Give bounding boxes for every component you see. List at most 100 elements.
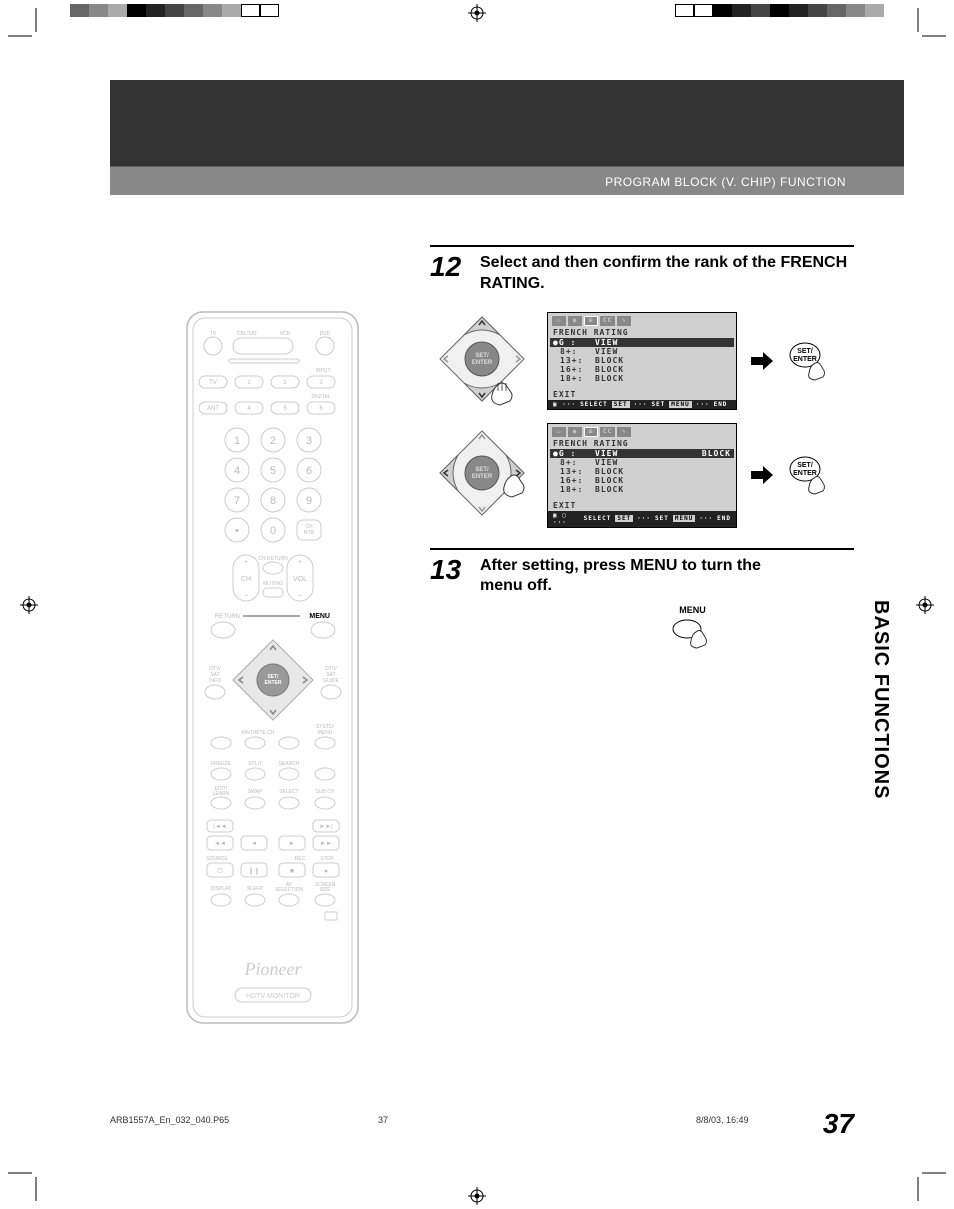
svg-text:SELECTION: SELECTION bbox=[275, 887, 304, 893]
step-text: After setting, press MENU to turn the me… bbox=[480, 556, 790, 598]
color-bar-left bbox=[70, 4, 279, 17]
step-number: 13 bbox=[430, 556, 470, 654]
osd-bottom-hints: ▣ ···SELECT SET···SET MENU···END bbox=[548, 400, 736, 409]
svg-text:GUIDE: GUIDE bbox=[323, 678, 340, 684]
svg-text:●: ● bbox=[324, 868, 328, 875]
arrow-right-icon bbox=[749, 348, 775, 374]
svg-text:+: + bbox=[298, 559, 302, 566]
svg-text:9: 9 bbox=[306, 495, 312, 507]
svg-text:MUTING: MUTING bbox=[263, 581, 283, 587]
svg-text:VOL: VOL bbox=[293, 576, 307, 583]
side-tab: BASIC FUNCTIONS bbox=[869, 600, 892, 799]
svg-text:DISPLAY: DISPLAY bbox=[211, 886, 232, 892]
svg-text:ENTER: ENTER bbox=[265, 680, 282, 686]
svg-text:|◄◄: |◄◄ bbox=[213, 824, 226, 830]
svg-text:ENTER: ENTER bbox=[472, 474, 493, 480]
svg-text:■: ■ bbox=[290, 868, 294, 875]
svg-text:MENU: MENU bbox=[309, 613, 330, 620]
set-enter-button-icon: SET/ ENTER bbox=[787, 339, 831, 383]
osd-screen-1: ▭◉⊞ CC✎ FRENCH RATING ●G :VIEW 8+:VIEW 1… bbox=[547, 312, 737, 410]
osd-row-1: SET/ ENTER ▭◉⊞ CC✎ bbox=[430, 311, 854, 411]
svg-text:TV: TV bbox=[209, 380, 217, 386]
remote-illustration: TVCBL/SATVCRDVD /DVR INPUT TV123 DIGITAL bbox=[185, 310, 360, 1025]
svg-text:STOP: STOP bbox=[320, 856, 334, 862]
svg-text:−: − bbox=[298, 593, 302, 600]
crop-mark-tl bbox=[8, 8, 44, 44]
crop-mark-tr bbox=[910, 8, 946, 44]
registration-mark-left bbox=[20, 596, 38, 614]
svg-text:►►: ►► bbox=[320, 841, 332, 847]
svg-text:−: − bbox=[244, 593, 248, 600]
footer-page: 37 bbox=[258, 1115, 526, 1125]
registration-mark-top bbox=[468, 4, 486, 22]
rule bbox=[430, 548, 854, 550]
svg-text:❙❙: ❙❙ bbox=[248, 867, 260, 875]
svg-text:•: • bbox=[235, 525, 239, 537]
svg-text:SET/: SET/ bbox=[797, 462, 813, 469]
svg-text:1: 1 bbox=[234, 435, 240, 447]
svg-text:CH RETURN: CH RETURN bbox=[258, 556, 288, 562]
svg-text:2: 2 bbox=[270, 435, 276, 447]
header-title: PROGRAM BLOCK (V. CHIP) FUNCTION bbox=[605, 175, 846, 189]
svg-text:6: 6 bbox=[306, 465, 312, 477]
svg-text:►: ► bbox=[289, 841, 295, 847]
svg-text:ENTER: ENTER bbox=[793, 470, 817, 477]
svg-text:SPLIT: SPLIT bbox=[248, 761, 262, 767]
svg-text:8: 8 bbox=[270, 495, 276, 507]
step-12: 12 Select and then confirm the rank of t… bbox=[430, 253, 854, 295]
dpad-updown-icon: SET/ ENTER bbox=[430, 311, 535, 411]
svg-text:►►|: ►►| bbox=[319, 824, 333, 830]
crop-mark-br bbox=[910, 1165, 946, 1201]
svg-text:SELECT: SELECT bbox=[279, 789, 298, 795]
svg-text:SWAP: SWAP bbox=[248, 789, 263, 795]
osd-tabs: ▭◉⊞ CC✎ bbox=[548, 313, 736, 327]
arrow-right-icon bbox=[749, 462, 775, 488]
svg-text:HDTV MONITOR: HDTV MONITOR bbox=[246, 993, 300, 1000]
svg-text:ANT: ANT bbox=[207, 406, 219, 412]
svg-text:SLEEP: SLEEP bbox=[247, 886, 264, 892]
step-text: Select and then confirm the rank of the … bbox=[480, 253, 854, 295]
svg-text:⏻: ⏻ bbox=[217, 867, 223, 875]
step-number: 12 bbox=[430, 253, 470, 295]
color-bar-right bbox=[675, 4, 884, 17]
svg-text:CBL/SAT: CBL/SAT bbox=[237, 331, 257, 337]
svg-text:ENTER: ENTER bbox=[472, 360, 493, 366]
osd-bottom-hints: ▣ ▢ ···SELECT SET···SET MENU···END bbox=[548, 511, 736, 527]
osd-tabs: ▭◉⊞ CC✎ bbox=[548, 424, 736, 438]
header-band: PROGRAM BLOCK (V. CHIP) FUNCTION bbox=[110, 80, 904, 195]
step-13: 13 After setting, press MENU to turn the… bbox=[430, 556, 854, 654]
svg-text:NTR: NTR bbox=[304, 530, 315, 536]
svg-text:INFO: INFO bbox=[209, 678, 221, 684]
osd-title: FRENCH RATING bbox=[548, 438, 736, 449]
registration-mark-right bbox=[916, 596, 934, 614]
set-enter-button-icon: SET/ ENTER bbox=[787, 453, 831, 497]
crop-mark-bl bbox=[8, 1165, 44, 1201]
footer-date: 8/8/03, 16:49 bbox=[526, 1115, 844, 1125]
svg-text:SEARCH: SEARCH bbox=[279, 761, 300, 767]
registration-mark-bottom bbox=[468, 1187, 486, 1205]
osd-row-2: SET/ ENTER ▭◉⊞ CC✎ FRENCH RATING bbox=[430, 423, 854, 528]
svg-text:0: 0 bbox=[270, 525, 276, 537]
menu-button-icon: MENU bbox=[595, 605, 790, 653]
svg-text:◄◄: ◄◄ bbox=[214, 841, 226, 847]
svg-text:MENU: MENU bbox=[318, 730, 333, 736]
footer: ARB1557A_En_032_040.P65 37 8/8/03, 16:49 bbox=[110, 1115, 844, 1125]
svg-text:LEARN: LEARN bbox=[213, 791, 230, 797]
svg-text:INPUT: INPUT bbox=[316, 368, 331, 374]
svg-text:SUB CH: SUB CH bbox=[316, 789, 335, 795]
svg-text:SIZE: SIZE bbox=[319, 887, 331, 893]
svg-text:FREEZE: FREEZE bbox=[211, 761, 231, 767]
svg-text:SET/: SET/ bbox=[475, 353, 489, 359]
footer-file: ARB1557A_En_032_040.P65 bbox=[110, 1115, 258, 1125]
svg-text:3: 3 bbox=[306, 435, 312, 447]
svg-text:SET/: SET/ bbox=[797, 348, 813, 355]
osd-screen-2: ▭◉⊞ CC✎ FRENCH RATING ●G :VIEWBLOCK 8+:V… bbox=[547, 423, 737, 528]
svg-text:SOURCE: SOURCE bbox=[206, 856, 228, 862]
svg-text:SET/: SET/ bbox=[475, 467, 489, 473]
svg-text:+: + bbox=[244, 559, 248, 566]
svg-text:◄: ◄ bbox=[251, 841, 257, 847]
svg-text:CH: CH bbox=[241, 576, 251, 583]
osd-title: FRENCH RATING bbox=[548, 327, 736, 338]
svg-text:RETURN: RETURN bbox=[215, 614, 240, 620]
svg-text:5: 5 bbox=[270, 465, 276, 477]
